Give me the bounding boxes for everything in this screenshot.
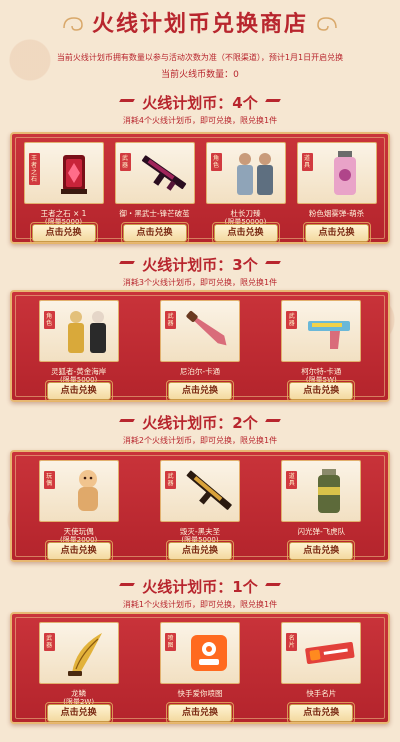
section-panel-1: 武器 龙鳞 (限量2W) 点击兑换 喷图 — [10, 612, 390, 724]
character-icon — [236, 153, 273, 195]
item-tag: 武器 — [119, 153, 131, 171]
reward-item: 道具 闪光弹-飞虎队 点击兑换 — [277, 452, 365, 562]
section-subtitle: 消耗3个火线计划币，即可兑换，限兑换1件 — [122, 278, 278, 287]
item-frame: 武器 — [114, 142, 195, 204]
reward-item: 武器 龙鳞 (限量2W) 点击兑换 — [35, 614, 123, 724]
page-background: 火线计划币兑换商店 当前火线计划币拥有数量以参与活动次数为准（不限渠道），预计1… — [0, 0, 400, 742]
reward-item: 武器 御・黑武士-锋芒破茧 点击兑换 — [111, 134, 199, 244]
dagger-icon — [67, 633, 102, 676]
item-tag: 角色 — [210, 153, 222, 171]
reward-item: 玩偶 天使玩偶 (限量2000) 点击兑换 — [35, 452, 123, 562]
reward-item: 喷图 快手爱你喷图 点击兑换 — [156, 614, 244, 724]
section-title: 火线计划币：2个 — [142, 414, 258, 432]
section-panel-2: 玩偶 天使玩偶 (限量2000) 点击兑换 武器 — [10, 450, 390, 562]
item-tag: 道具 — [286, 471, 298, 489]
item-tag: 名片 — [286, 633, 298, 651]
redeem-button[interactable]: 点击兑换 — [165, 380, 234, 402]
redeem-button[interactable]: 点击兑换 — [287, 702, 356, 724]
item-frame: 角色 — [205, 142, 286, 204]
item-frame: 王者之石 — [23, 142, 104, 204]
redeem-button[interactable]: 点击兑换 — [120, 222, 189, 244]
item-frame: 名片 — [281, 622, 362, 684]
notice-text: 当前火线计划币拥有数量以参与活动次数为准（不限渠道），预计1月1日开启兑换 — [56, 53, 344, 62]
redeem-button[interactable]: 点击兑换 — [165, 702, 234, 724]
redeem-button[interactable]: 点击兑换 — [29, 222, 98, 244]
coin-count-value: 0 — [233, 70, 239, 80]
item-frame: 武器 — [159, 300, 240, 362]
section-panel-4: 王者之石 王者之石 × 1 (限量5000) 点击兑换 武器 — [10, 132, 390, 244]
reward-item: 角色 灵狐者-黄金海岸 (限量5000) 点击兑换 — [35, 292, 123, 402]
card-icon — [305, 642, 355, 665]
cloud-ornament-icon — [317, 17, 337, 31]
reward-item: 名片 快手名片 点击兑换 — [277, 614, 365, 724]
item-tag: 玩偶 — [43, 471, 55, 489]
grenade-icon — [318, 469, 341, 513]
reward-item: 武器 尼泊尔-卡通 点击兑换 — [156, 292, 244, 402]
section-header-2: 火线计划币：2个 消耗2个火线计划币，即可兑换，限兑换1件 — [0, 412, 400, 446]
section-subtitle: 消耗2个火线计划币，即可兑换，限兑换1件 — [122, 436, 278, 445]
item-name: 快手名片 — [306, 689, 337, 698]
reward-item: 武器 柯尔特-卡通 (限量5W) 点击兑换 — [277, 292, 365, 402]
item-name: 粉色烟雾弹-萌杀 — [308, 209, 365, 218]
redeem-button[interactable]: 点击兑换 — [287, 540, 356, 562]
item-tag: 武器 — [286, 311, 298, 329]
rifle-icon — [186, 470, 232, 510]
section-panel-3: 角色 灵狐者-黄金海岸 (限量5000) 点击兑换 武器 — [10, 290, 390, 402]
reward-item: 武器 毁灭-黑夫圣 (限量5000) 点击兑换 — [156, 452, 244, 562]
item-tag: 武器 — [164, 311, 176, 329]
redeem-button[interactable]: 点击兑换 — [44, 702, 113, 724]
rifle-icon — [141, 155, 186, 191]
item-name: 御・黑武士-锋芒破茧 — [119, 209, 190, 218]
item-name: 快手爱你喷图 — [177, 689, 223, 698]
item-name: 闪光弹-飞虎队 — [297, 527, 346, 536]
item-frame: 武器 — [281, 300, 362, 362]
section-header-3: 火线计划币：3个 消耗3个火线计划币，即可兑换，限兑换1件 — [0, 254, 400, 288]
item-tag: 道具 — [301, 153, 313, 171]
item-tag: 角色 — [43, 311, 55, 329]
item-frame: 武器 — [38, 622, 119, 684]
redeem-button[interactable]: 点击兑换 — [211, 222, 280, 244]
pistol-icon — [308, 321, 351, 349]
section-subtitle: 消耗1个火线计划币，即可兑换，限兑换1件 — [122, 600, 278, 609]
item-frame: 玩偶 — [38, 460, 119, 522]
stone-icon — [60, 155, 87, 194]
section-title: 火线计划币：4个 — [142, 94, 258, 112]
item-tag: 喷图 — [164, 633, 176, 651]
redeem-button[interactable]: 点击兑换 — [302, 222, 371, 244]
redeem-button[interactable]: 点击兑换 — [44, 380, 113, 402]
reward-item: 王者之石 王者之石 × 1 (限量5000) 点击兑换 — [20, 134, 108, 244]
coin-count: 当前火线币数量：0 — [0, 67, 400, 80]
item-frame: 喷图 — [159, 622, 240, 684]
section-header-1: 火线计划币：1个 消耗1个火线计划币，即可兑换，限兑换1件 — [0, 576, 400, 610]
item-tag: 王者之石 — [28, 153, 40, 185]
section-subtitle: 消耗4个火线计划币，即可兑换，限兑换1件 — [122, 116, 278, 125]
redeem-button[interactable]: 点击兑换 — [287, 380, 356, 402]
reward-item: 角色 杜长刀臻 (限量50000) 点击兑换 — [202, 134, 290, 244]
reward-item: 道具 粉色烟雾弹-萌杀 点击兑换 — [293, 134, 381, 244]
cloud-ornament-icon — [63, 17, 83, 31]
item-tag: 武器 — [164, 471, 176, 489]
item-frame: 武器 — [159, 460, 240, 522]
spray-icon — [190, 635, 227, 671]
doll-icon — [77, 470, 98, 511]
item-frame: 道具 — [296, 142, 377, 204]
grenade-icon — [333, 151, 356, 195]
section-title: 火线计划币：3个 — [142, 256, 258, 274]
redeem-button[interactable]: 点击兑换 — [44, 540, 113, 562]
item-name: 尼泊尔-卡通 — [179, 367, 221, 376]
header: 火线计划币兑换商店 — [0, 6, 400, 38]
section-title: 火线计划币：1个 — [142, 578, 258, 596]
knife-icon — [186, 310, 227, 346]
coin-count-label: 当前火线币数量： — [161, 70, 234, 80]
item-frame: 道具 — [281, 460, 362, 522]
character-icon — [67, 311, 106, 353]
section-header-4: 火线计划币：4个 消耗4个火线计划币，即可兑换，限兑换1件 — [0, 92, 400, 126]
item-frame: 角色 — [38, 300, 119, 362]
item-tag: 武器 — [43, 633, 55, 651]
redeem-button[interactable]: 点击兑换 — [165, 540, 234, 562]
